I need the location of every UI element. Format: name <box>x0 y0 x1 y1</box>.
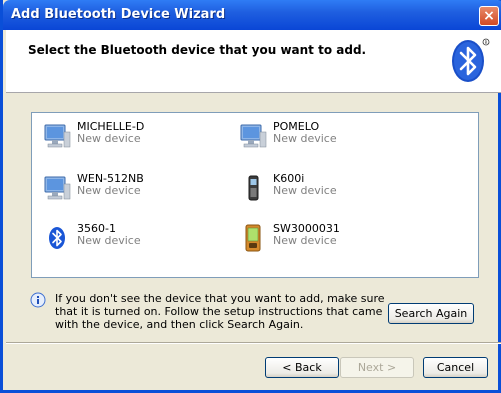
window-title: Add Bluetooth Device Wizard <box>11 7 226 22</box>
computer-icon <box>236 121 270 151</box>
device-status: New device <box>273 132 337 145</box>
cancel-button[interactable]: Cancel <box>423 357 488 378</box>
close-button[interactable]: × <box>479 6 499 26</box>
separator <box>6 342 501 344</box>
device-item-sw3000031[interactable]: SW3000031 New device <box>236 223 340 253</box>
wizard-window: Add Bluetooth Device Wizard × Select the… <box>0 0 501 393</box>
device-item-wen-512nb[interactable]: WEN-512NB New device <box>40 173 144 203</box>
device-status: New device <box>77 132 141 145</box>
device-status: New device <box>77 184 141 197</box>
title-bar[interactable]: Add Bluetooth Device Wizard × <box>3 0 501 30</box>
bluetooth-logo-icon: R <box>452 38 490 82</box>
device-item-k600i[interactable]: K600i New device <box>236 173 337 203</box>
pda-icon <box>236 223 270 253</box>
device-status: New device <box>273 234 337 247</box>
device-list[interactable]: MICHELLE-D New device POMELO New device <box>31 112 479 278</box>
instruction-text: Select the Bluetooth device that you wan… <box>28 43 367 57</box>
next-button[interactable]: Next > <box>340 357 414 378</box>
device-status: New device <box>273 184 337 197</box>
device-item-michelle-d[interactable]: MICHELLE-D New device <box>40 121 144 151</box>
device-status: New device <box>77 234 141 247</box>
back-button[interactable]: < Back <box>265 357 339 378</box>
search-again-button[interactable]: Search Again <box>388 303 474 324</box>
phone-icon <box>236 173 270 203</box>
info-icon <box>30 292 46 308</box>
wizard-header: Select the Bluetooth device that you wan… <box>6 30 501 93</box>
device-item-pomelo[interactable]: POMELO New device <box>236 121 337 151</box>
svg-text:R: R <box>485 40 488 45</box>
info-text: If you don't see the device that you wan… <box>55 292 385 331</box>
device-item-3560-1[interactable]: 3560-1 New device <box>40 223 141 253</box>
computer-icon <box>40 173 74 203</box>
bluetooth-icon <box>40 223 74 253</box>
computer-icon <box>40 121 74 151</box>
